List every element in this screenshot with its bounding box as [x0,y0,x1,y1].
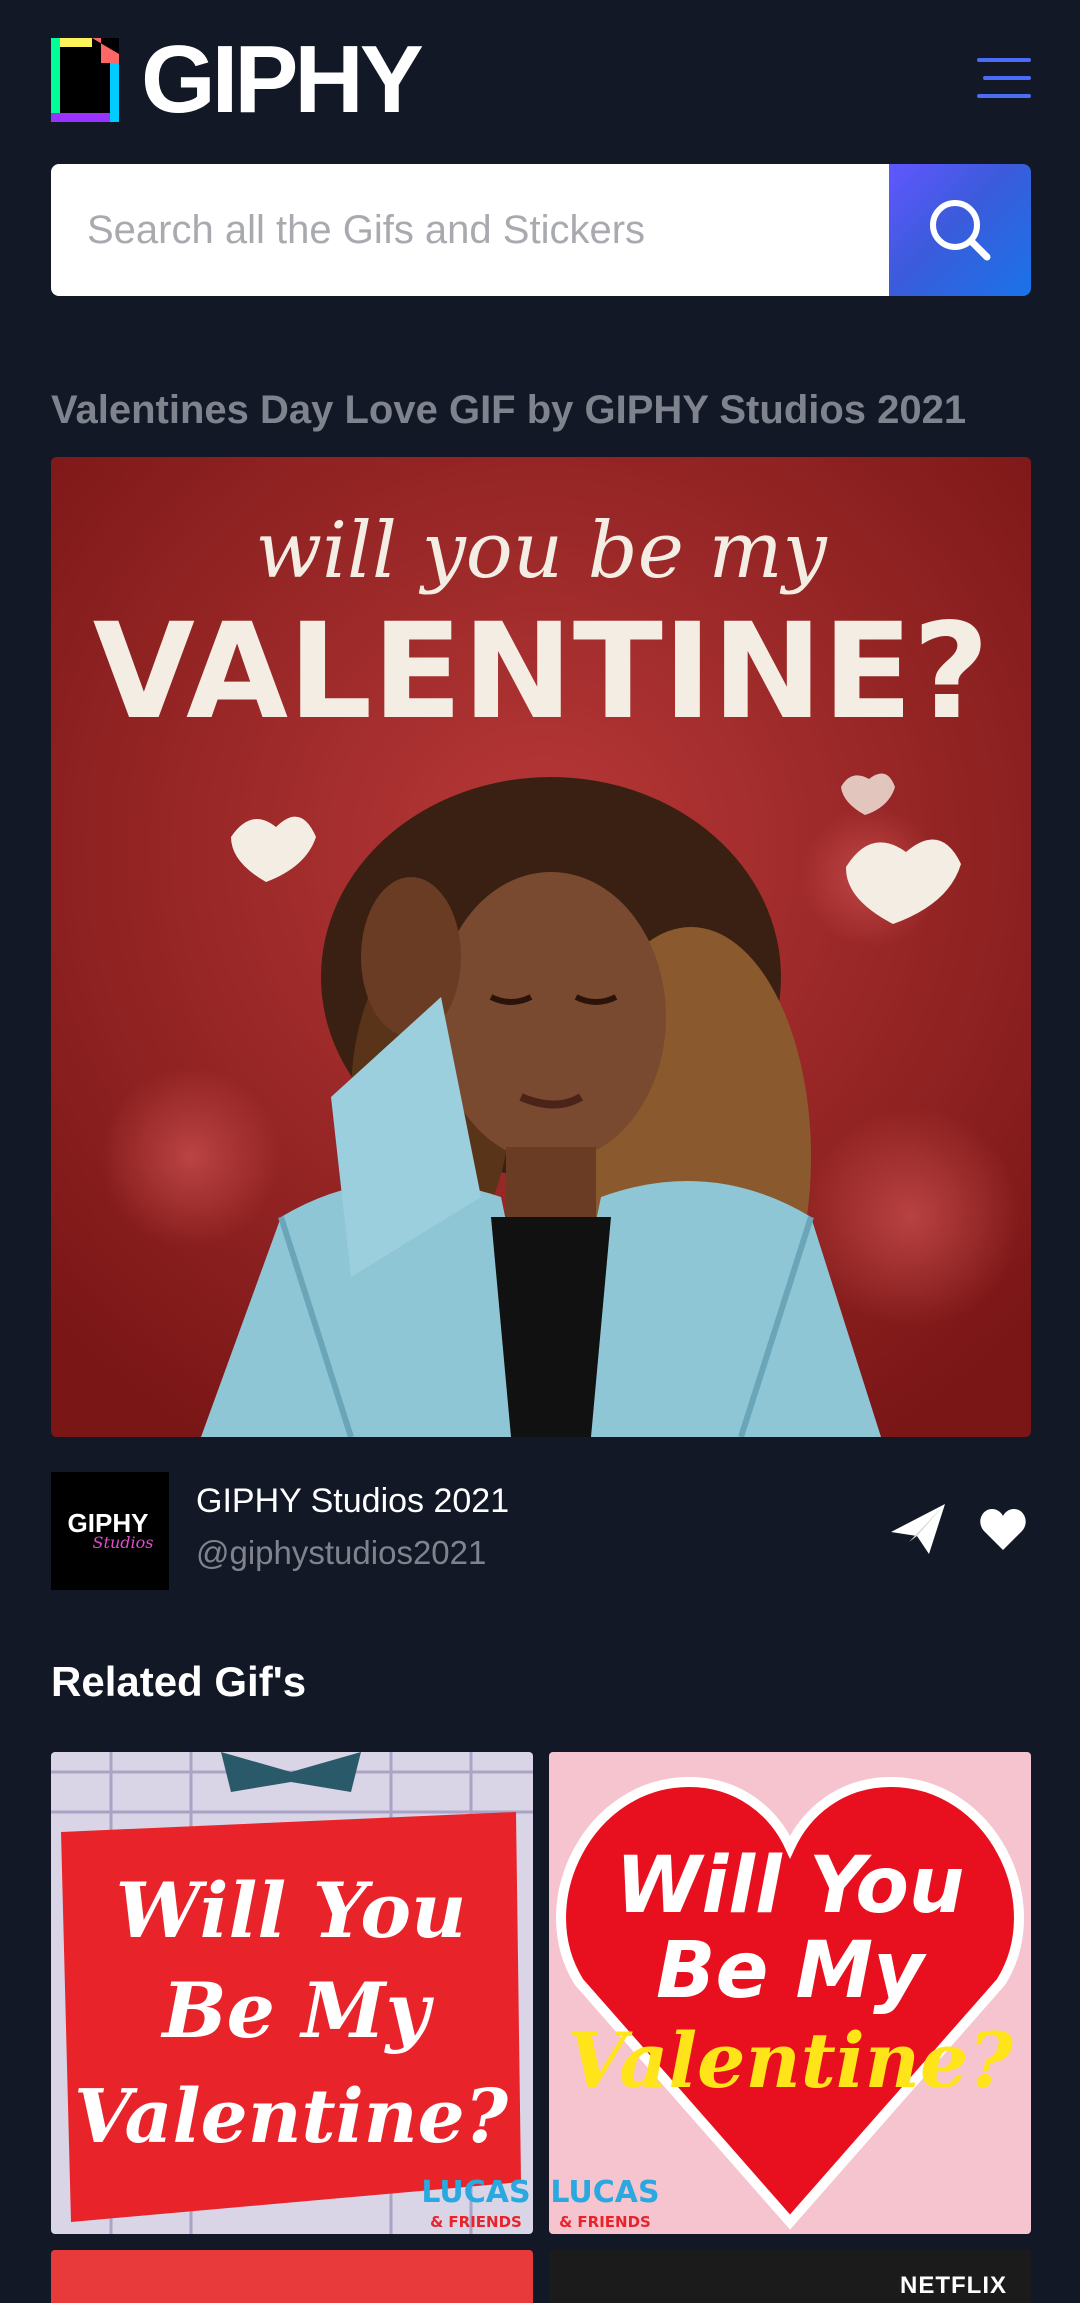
related-gif-image: Will You Be My Valentine? LUCAS & FRIEND… [51,1752,533,2234]
tile-text-line2: Be My [160,1966,434,2055]
tile-text-line2: Be My [656,1926,927,2016]
related-gif-image: Will You Be My Valentine? LUCAS & FRIEND… [549,1752,1031,2234]
avatar-subtext: Studios [93,1533,154,1552]
gif-caption-line2: VALENTINE? [93,595,989,749]
related-gif-tile[interactable] [51,2250,533,2303]
related-gif-tile[interactable]: Will You Be My Valentine? LUCAS & FRIEND… [51,1752,533,2234]
gif-caption-line1: will you be my [255,506,827,596]
related-gif-tile[interactable]: NETFLIX [549,2250,1031,2303]
related-heading: Related Gif's [51,1658,307,1705]
netflix-label: NETFLIX [900,2272,1007,2299]
header: GIPHY [51,26,1031,133]
page: GIPHY Valentines Day Love GIF by GIPHY S… [0,0,1080,2303]
tile-badge-sub: & FRIENDS [430,2213,522,2231]
tile-badge-sub: & FRIENDS [559,2213,651,2231]
creator-handle[interactable]: @giphystudios2021 [196,1534,486,1572]
search-input[interactable] [51,164,889,296]
search-icon [930,200,991,261]
creator-row: GIPHY Studios GIPHY Studios 2021 @giphys… [51,1472,1031,1590]
main-gif-image[interactable]: will you be my VALENTINE? [51,457,1031,1437]
valentine-gif-illustration: will you be my VALENTINE? [51,457,1031,1437]
search-button[interactable] [889,164,1031,296]
tile-text-line3: Valentine? [74,2074,509,2160]
gif-title: Valentines Day Love GIF by GIPHY Studios… [51,388,967,432]
tile-badge: LUCAS [421,2175,530,2210]
creator-avatar[interactable]: GIPHY Studios [51,1472,169,1590]
logo-text: GIPHY [141,26,424,133]
heart-icon[interactable] [979,1508,1027,1552]
related-gif-tile[interactable]: Will You Be My Valentine? LUCAS & FRIEND… [549,1752,1031,2234]
creator-name[interactable]: GIPHY Studios 2021 [196,1482,509,1521]
tile-text-line1: Will You [616,1841,965,1931]
tile-badge: LUCAS [550,2175,659,2210]
search-bar [51,164,1031,296]
paper-plane-icon[interactable] [889,1502,947,1556]
tile-text-line3: Valentine? [567,2016,1014,2105]
hamburger-menu-icon[interactable] [977,58,1031,98]
giphy-studios-avatar-icon: GIPHY Studios [51,1472,169,1590]
giphy-logo-icon [51,38,119,122]
related-gifs-grid: Will You Be My Valentine? LUCAS & FRIEND… [51,1752,1031,2303]
giphy-logo[interactable]: GIPHY [51,26,424,133]
tile-text-line1: Will You [116,1866,467,1955]
